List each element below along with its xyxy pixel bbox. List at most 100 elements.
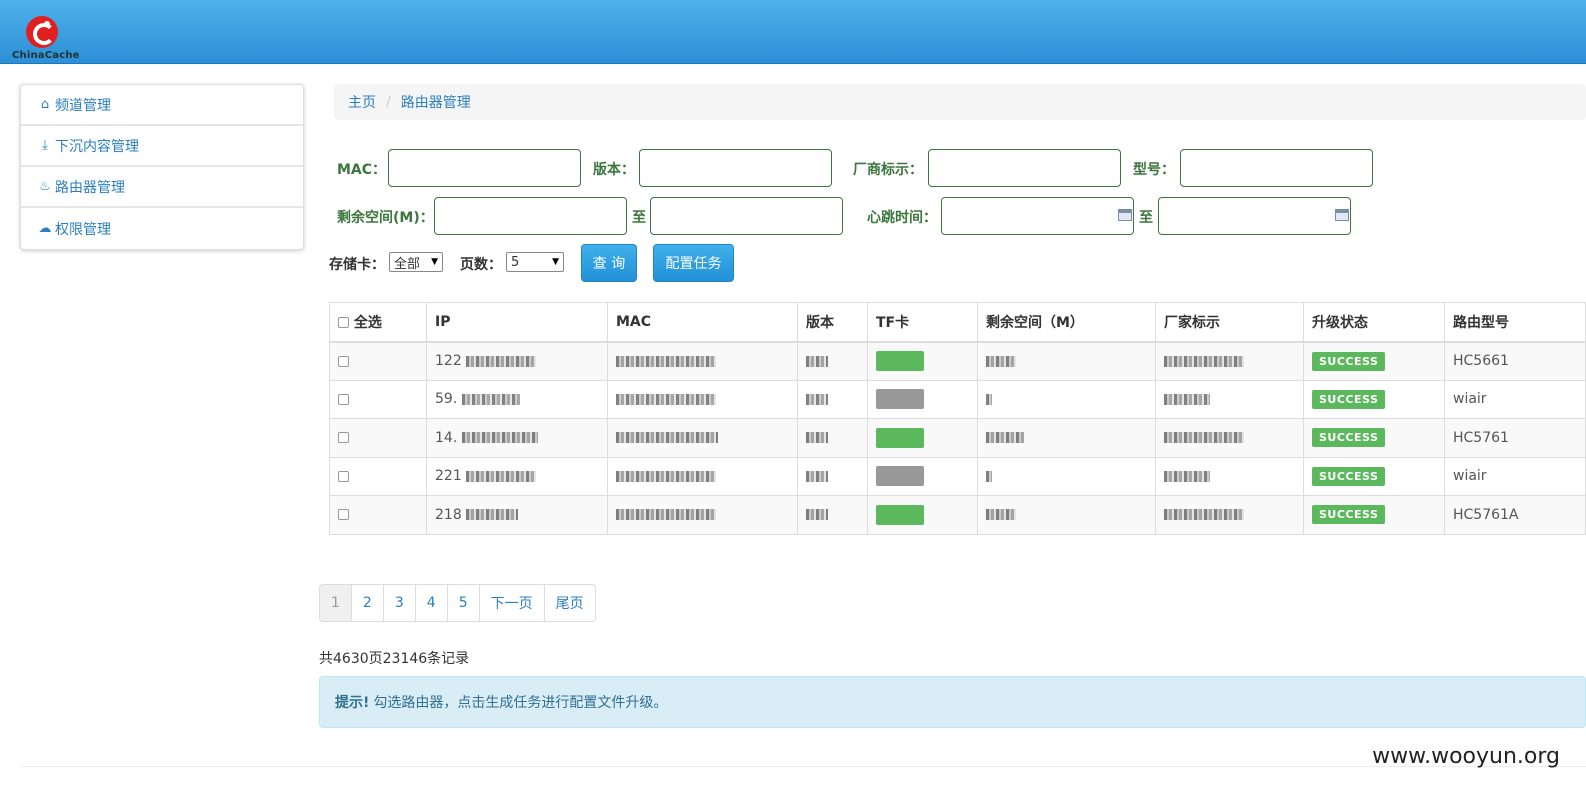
- select-all-checkbox[interactable]: [338, 317, 349, 329]
- fire-icon: ♨: [39, 179, 51, 194]
- model-input[interactable]: [1180, 149, 1373, 187]
- heartbeat-start-input[interactable]: [941, 197, 1134, 235]
- table-row[interactable]: 221 SUCCESS wiair: [329, 456, 1586, 496]
- sidebar-item-content[interactable]: ⤓ 下沉内容管理: [21, 126, 303, 167]
- dropdown-arrow-icon: ▼: [431, 257, 438, 267]
- vendor-input[interactable]: [928, 149, 1121, 187]
- table-row[interactable]: 122 SUCCESS HC5661: [329, 341, 1586, 381]
- model-cell: wiair: [1444, 379, 1586, 419]
- redacted-pixels: [986, 355, 1016, 367]
- redacted-pixels: [806, 470, 828, 482]
- sidebar-item-label: 下沉内容管理: [55, 138, 139, 155]
- home-icon: ⌂: [40, 97, 50, 112]
- storage-select[interactable]: 全部 ▼: [389, 252, 443, 272]
- column-header-space: 剩余空间（M）: [977, 302, 1156, 343]
- calendar-icon[interactable]: [1118, 209, 1132, 221]
- redacted-pixels: [986, 470, 992, 482]
- calendar-icon[interactable]: [1335, 209, 1349, 221]
- redacted-pixels: [806, 355, 828, 367]
- redacted-pixels: [986, 393, 992, 405]
- top-navbar: ChinaCache: [0, 0, 1586, 64]
- breadcrumb: 主页 / 路由器管理: [334, 84, 1586, 120]
- pages-label: 页数：: [460, 257, 502, 273]
- heartbeat-label: 心跳时间：: [867, 210, 937, 226]
- row-checkbox[interactable]: [338, 509, 349, 521]
- redacted-pixels: [466, 509, 519, 521]
- select-all-header[interactable]: 全选: [329, 302, 427, 343]
- heartbeat-to-label: 至: [1139, 210, 1153, 226]
- model-cell: HC5761A: [1444, 495, 1586, 535]
- status-badge: SUCCESS: [1312, 351, 1386, 371]
- page-3-link[interactable]: 3: [382, 584, 416, 622]
- redacted-pixels: [986, 432, 1024, 444]
- redacted-pixels: [1164, 432, 1244, 444]
- table-row[interactable]: 14. SUCCESS HC5761: [329, 418, 1586, 458]
- watermark: www.wooyun.org: [1372, 744, 1560, 769]
- pagination: 1 2 3 4 5 下一页 尾页: [319, 584, 596, 622]
- model-cell: wiair: [1444, 456, 1586, 496]
- row-checkbox[interactable]: [338, 393, 349, 405]
- redacted-pixels: [986, 509, 1016, 521]
- redacted-pixels: [1164, 509, 1244, 521]
- redacted-pixels: [806, 509, 828, 521]
- breadcrumb-home-link[interactable]: 主页: [348, 92, 376, 112]
- breadcrumb-separator: /: [386, 94, 391, 110]
- redacted-pixels: [1164, 470, 1210, 482]
- column-header-tf: TF卡: [867, 302, 978, 343]
- tf-card-indicator: [876, 504, 924, 525]
- page-5-link[interactable]: 5: [446, 584, 480, 622]
- next-page-link[interactable]: 下一页: [478, 584, 545, 622]
- space-min-input[interactable]: [434, 197, 627, 235]
- last-page-link[interactable]: 尾页: [543, 584, 596, 622]
- model-cell: HC5761: [1444, 418, 1586, 458]
- space-max-input[interactable]: [650, 197, 843, 235]
- page-1-link[interactable]: 1: [319, 584, 352, 622]
- router-table: 全选 IP MAC 版本 TF卡 剩余空间（M） 厂家标示 升级状态 路由型号 …: [329, 302, 1586, 535]
- status-badge: SUCCESS: [1312, 428, 1386, 448]
- tf-card-indicator: [876, 427, 924, 448]
- model-label: 型号：: [1133, 162, 1175, 178]
- column-header-ip: IP: [426, 302, 608, 343]
- row-checkbox[interactable]: [338, 432, 349, 444]
- tf-card-indicator: [876, 466, 924, 487]
- redacted-pixels: [461, 432, 538, 444]
- page-4-link[interactable]: 4: [414, 584, 448, 622]
- ip-cell: 14.: [435, 429, 458, 446]
- download-icon: ⤓: [42, 138, 48, 153]
- table-row[interactable]: 218 SUCCESS HC5761A: [329, 495, 1586, 535]
- query-button[interactable]: 查 询: [581, 244, 637, 282]
- mac-input[interactable]: [388, 149, 581, 187]
- status-badge: SUCCESS: [1312, 466, 1386, 486]
- sidebar-item-permission[interactable]: ☁ 权限管理: [21, 208, 303, 249]
- config-task-button[interactable]: 配置任务: [653, 244, 734, 282]
- table-row[interactable]: 59. SUCCESS wiair: [329, 379, 1586, 419]
- redacted-pixels: [1164, 393, 1210, 405]
- ip-cell: 221: [435, 468, 462, 485]
- version-input[interactable]: [639, 149, 832, 187]
- chinacache-logo[interactable]: ChinaCache: [12, 12, 79, 64]
- pages-select-value: 5: [511, 254, 520, 270]
- pages-select[interactable]: 5 ▼: [506, 252, 564, 272]
- alert-title: 提示!: [335, 695, 370, 711]
- page-2-link[interactable]: 2: [350, 584, 384, 622]
- logo-text: ChinaCache: [12, 50, 80, 61]
- redacted-pixels: [616, 432, 718, 444]
- status-badge: SUCCESS: [1312, 505, 1386, 525]
- tf-card-indicator: [876, 389, 924, 410]
- redacted-pixels: [466, 355, 537, 367]
- heartbeat-end-input[interactable]: [1158, 197, 1351, 235]
- table-header-row: 全选 IP MAC 版本 TF卡 剩余空间（M） 厂家标示 升级状态 路由型号: [329, 302, 1586, 343]
- row-checkbox[interactable]: [338, 355, 349, 367]
- column-header-model: 路由型号: [1444, 302, 1586, 343]
- row-checkbox[interactable]: [338, 470, 349, 482]
- redacted-pixels: [461, 393, 520, 405]
- status-badge: SUCCESS: [1312, 389, 1386, 409]
- sidebar-item-label: 路由器管理: [55, 179, 125, 196]
- redacted-pixels: [616, 355, 716, 367]
- footer-divider: [20, 766, 1586, 767]
- sidebar-item-router[interactable]: ♨ 路由器管理: [21, 167, 303, 208]
- info-alert: 提示! 勾选路由器，点击生成任务进行配置文件升级。: [319, 676, 1586, 728]
- version-label: 版本：: [593, 162, 635, 178]
- breadcrumb-current[interactable]: 路由器管理: [401, 92, 471, 112]
- sidebar-item-channel[interactable]: ⌂ 频道管理: [21, 85, 303, 126]
